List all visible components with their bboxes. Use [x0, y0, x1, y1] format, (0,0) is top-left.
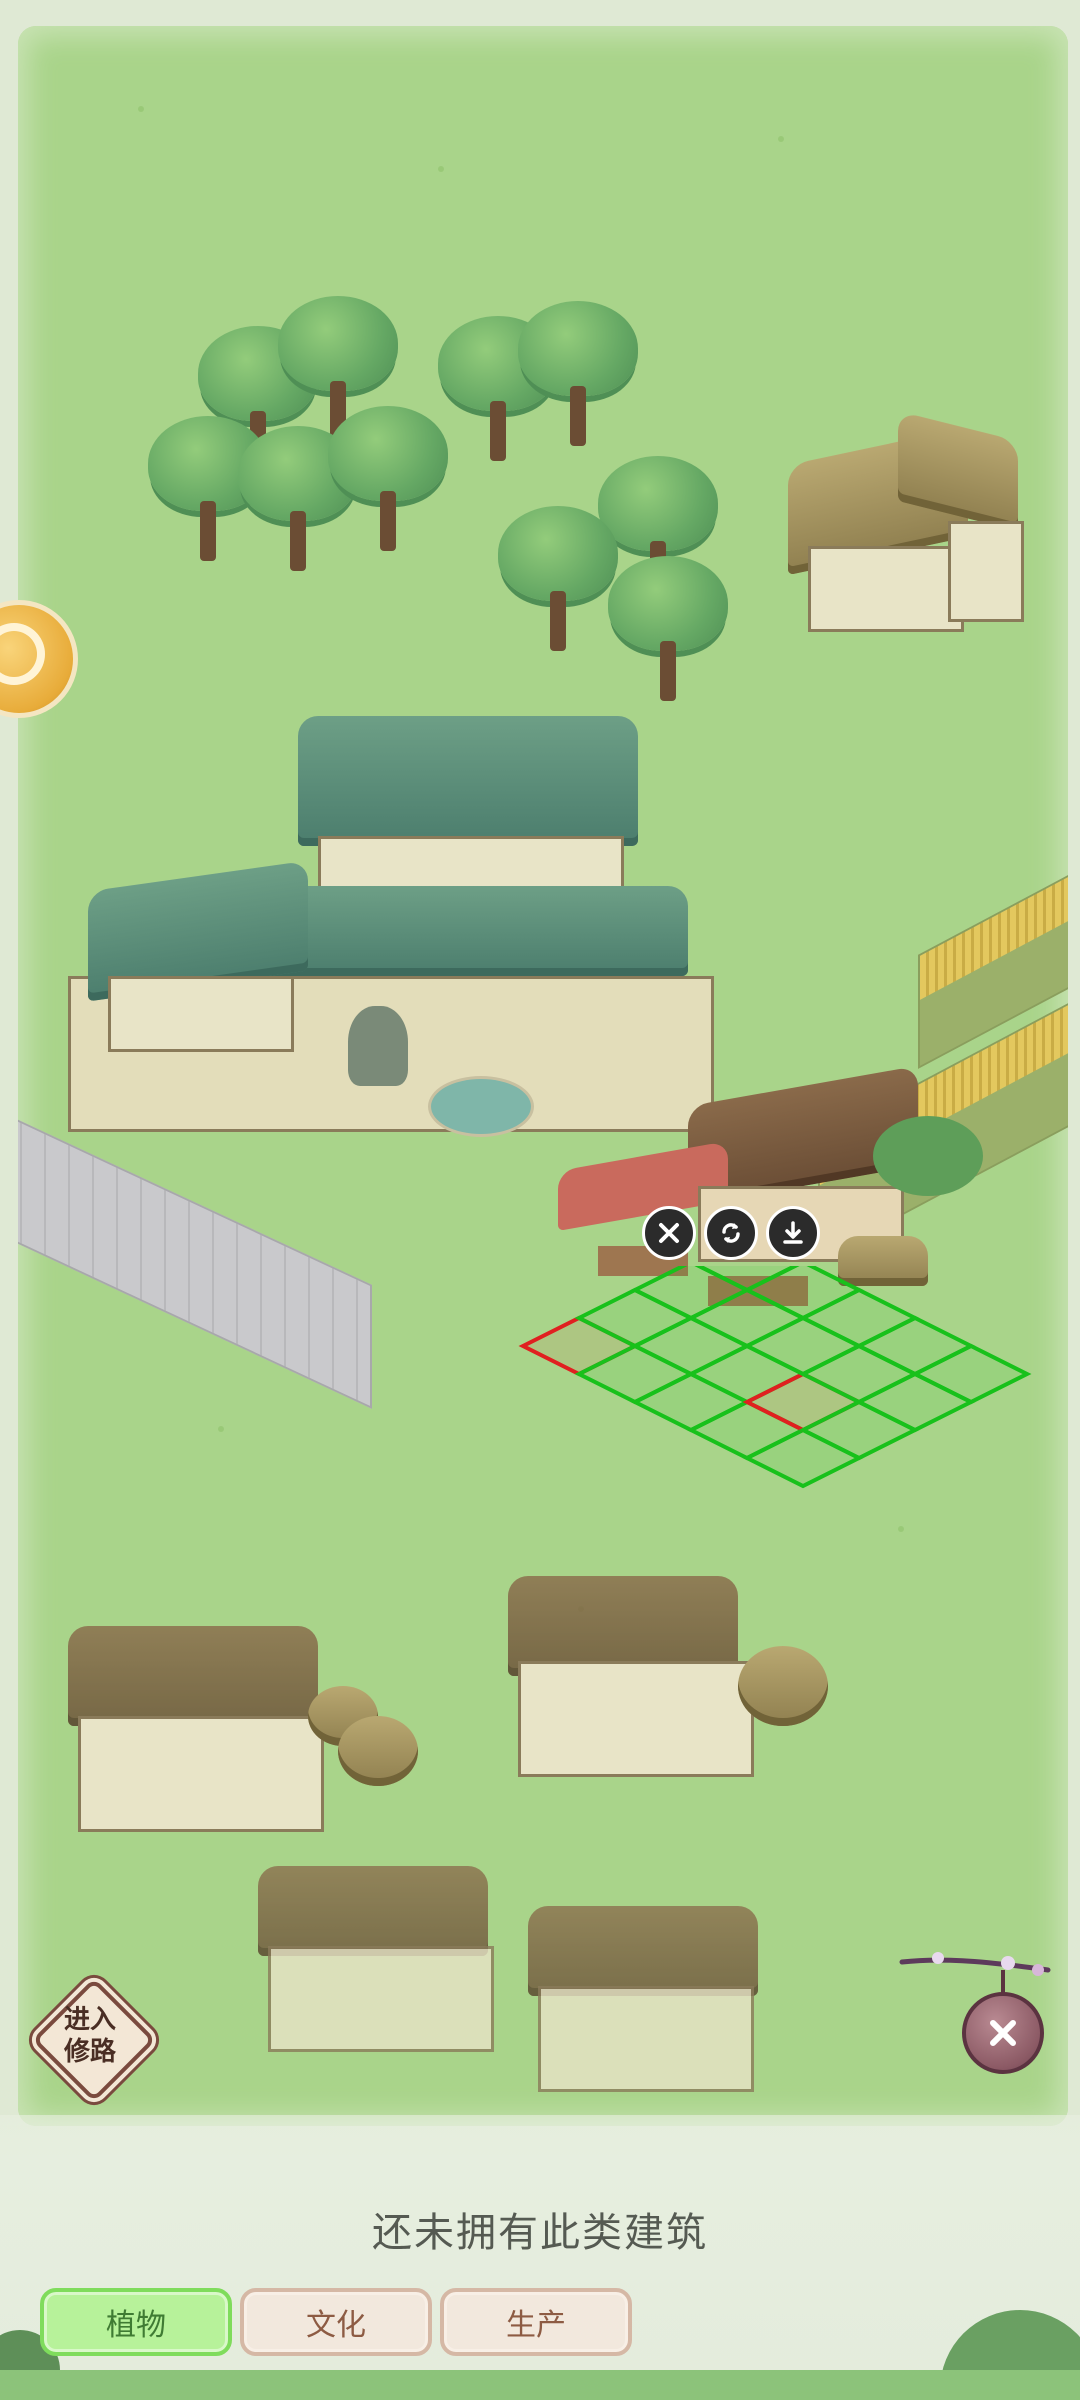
- house-top-right[interactable]: [778, 411, 1038, 646]
- download-icon: [783, 1221, 803, 1244]
- stall-tree: [873, 1116, 983, 1196]
- coin-icon: [0, 623, 45, 685]
- grass-detail: [218, 1426, 224, 1432]
- tab-label: 植物: [106, 2308, 166, 2343]
- rotate-icon: [722, 1223, 740, 1243]
- close-edit-button[interactable]: [898, 1930, 1058, 2090]
- empty-inventory-message: 还未拥有此类建筑: [372, 2210, 708, 2256]
- rotate-building-button[interactable]: [704, 1206, 758, 1260]
- placement-grid-cells: [518, 1266, 1032, 1489]
- building-inventory-panel: 还未拥有此类建筑: [0, 2115, 1080, 2400]
- cancel-placement-button[interactable]: [642, 1206, 696, 1260]
- plum-branch-icon: [899, 1952, 1051, 1976]
- lantern-string: [1001, 1970, 1005, 1994]
- close-icon: [659, 1223, 679, 1243]
- tab-label: 生产: [506, 2308, 566, 2343]
- tab-production[interactable]: 生产: [440, 2288, 632, 2356]
- pine-tree: [508, 291, 648, 461]
- placement-grid[interactable]: [488, 1266, 1048, 1506]
- grass-detail: [438, 166, 444, 172]
- store-building-button[interactable]: [766, 1206, 820, 1260]
- grass-detail: [898, 1526, 904, 1532]
- road-mode-label: 进入 修路: [63, 2005, 116, 2067]
- decor-grass: [0, 2370, 1080, 2400]
- tab-culture[interactable]: 文化: [240, 2288, 432, 2356]
- lantern-close-icon: [962, 1992, 1044, 2074]
- tab-label: 文化: [306, 2308, 366, 2343]
- game-screen: 进入 修路 还未拥有此类建筑 植物 文化 生产: [0, 0, 1080, 2400]
- grass-detail: [778, 136, 784, 142]
- enter-road-mode-button[interactable]: 进入 修路: [31, 1977, 157, 2103]
- tab-plants[interactable]: 植物: [40, 2288, 232, 2356]
- workshop-bottom[interactable]: [238, 1846, 798, 2106]
- workshop-center[interactable]: [438, 1546, 878, 1806]
- workshop-left[interactable]: [38, 1606, 438, 1886]
- town-map[interactable]: [18, 26, 1068, 2126]
- close-icon: [990, 2020, 1016, 2046]
- grass-detail: [138, 106, 144, 112]
